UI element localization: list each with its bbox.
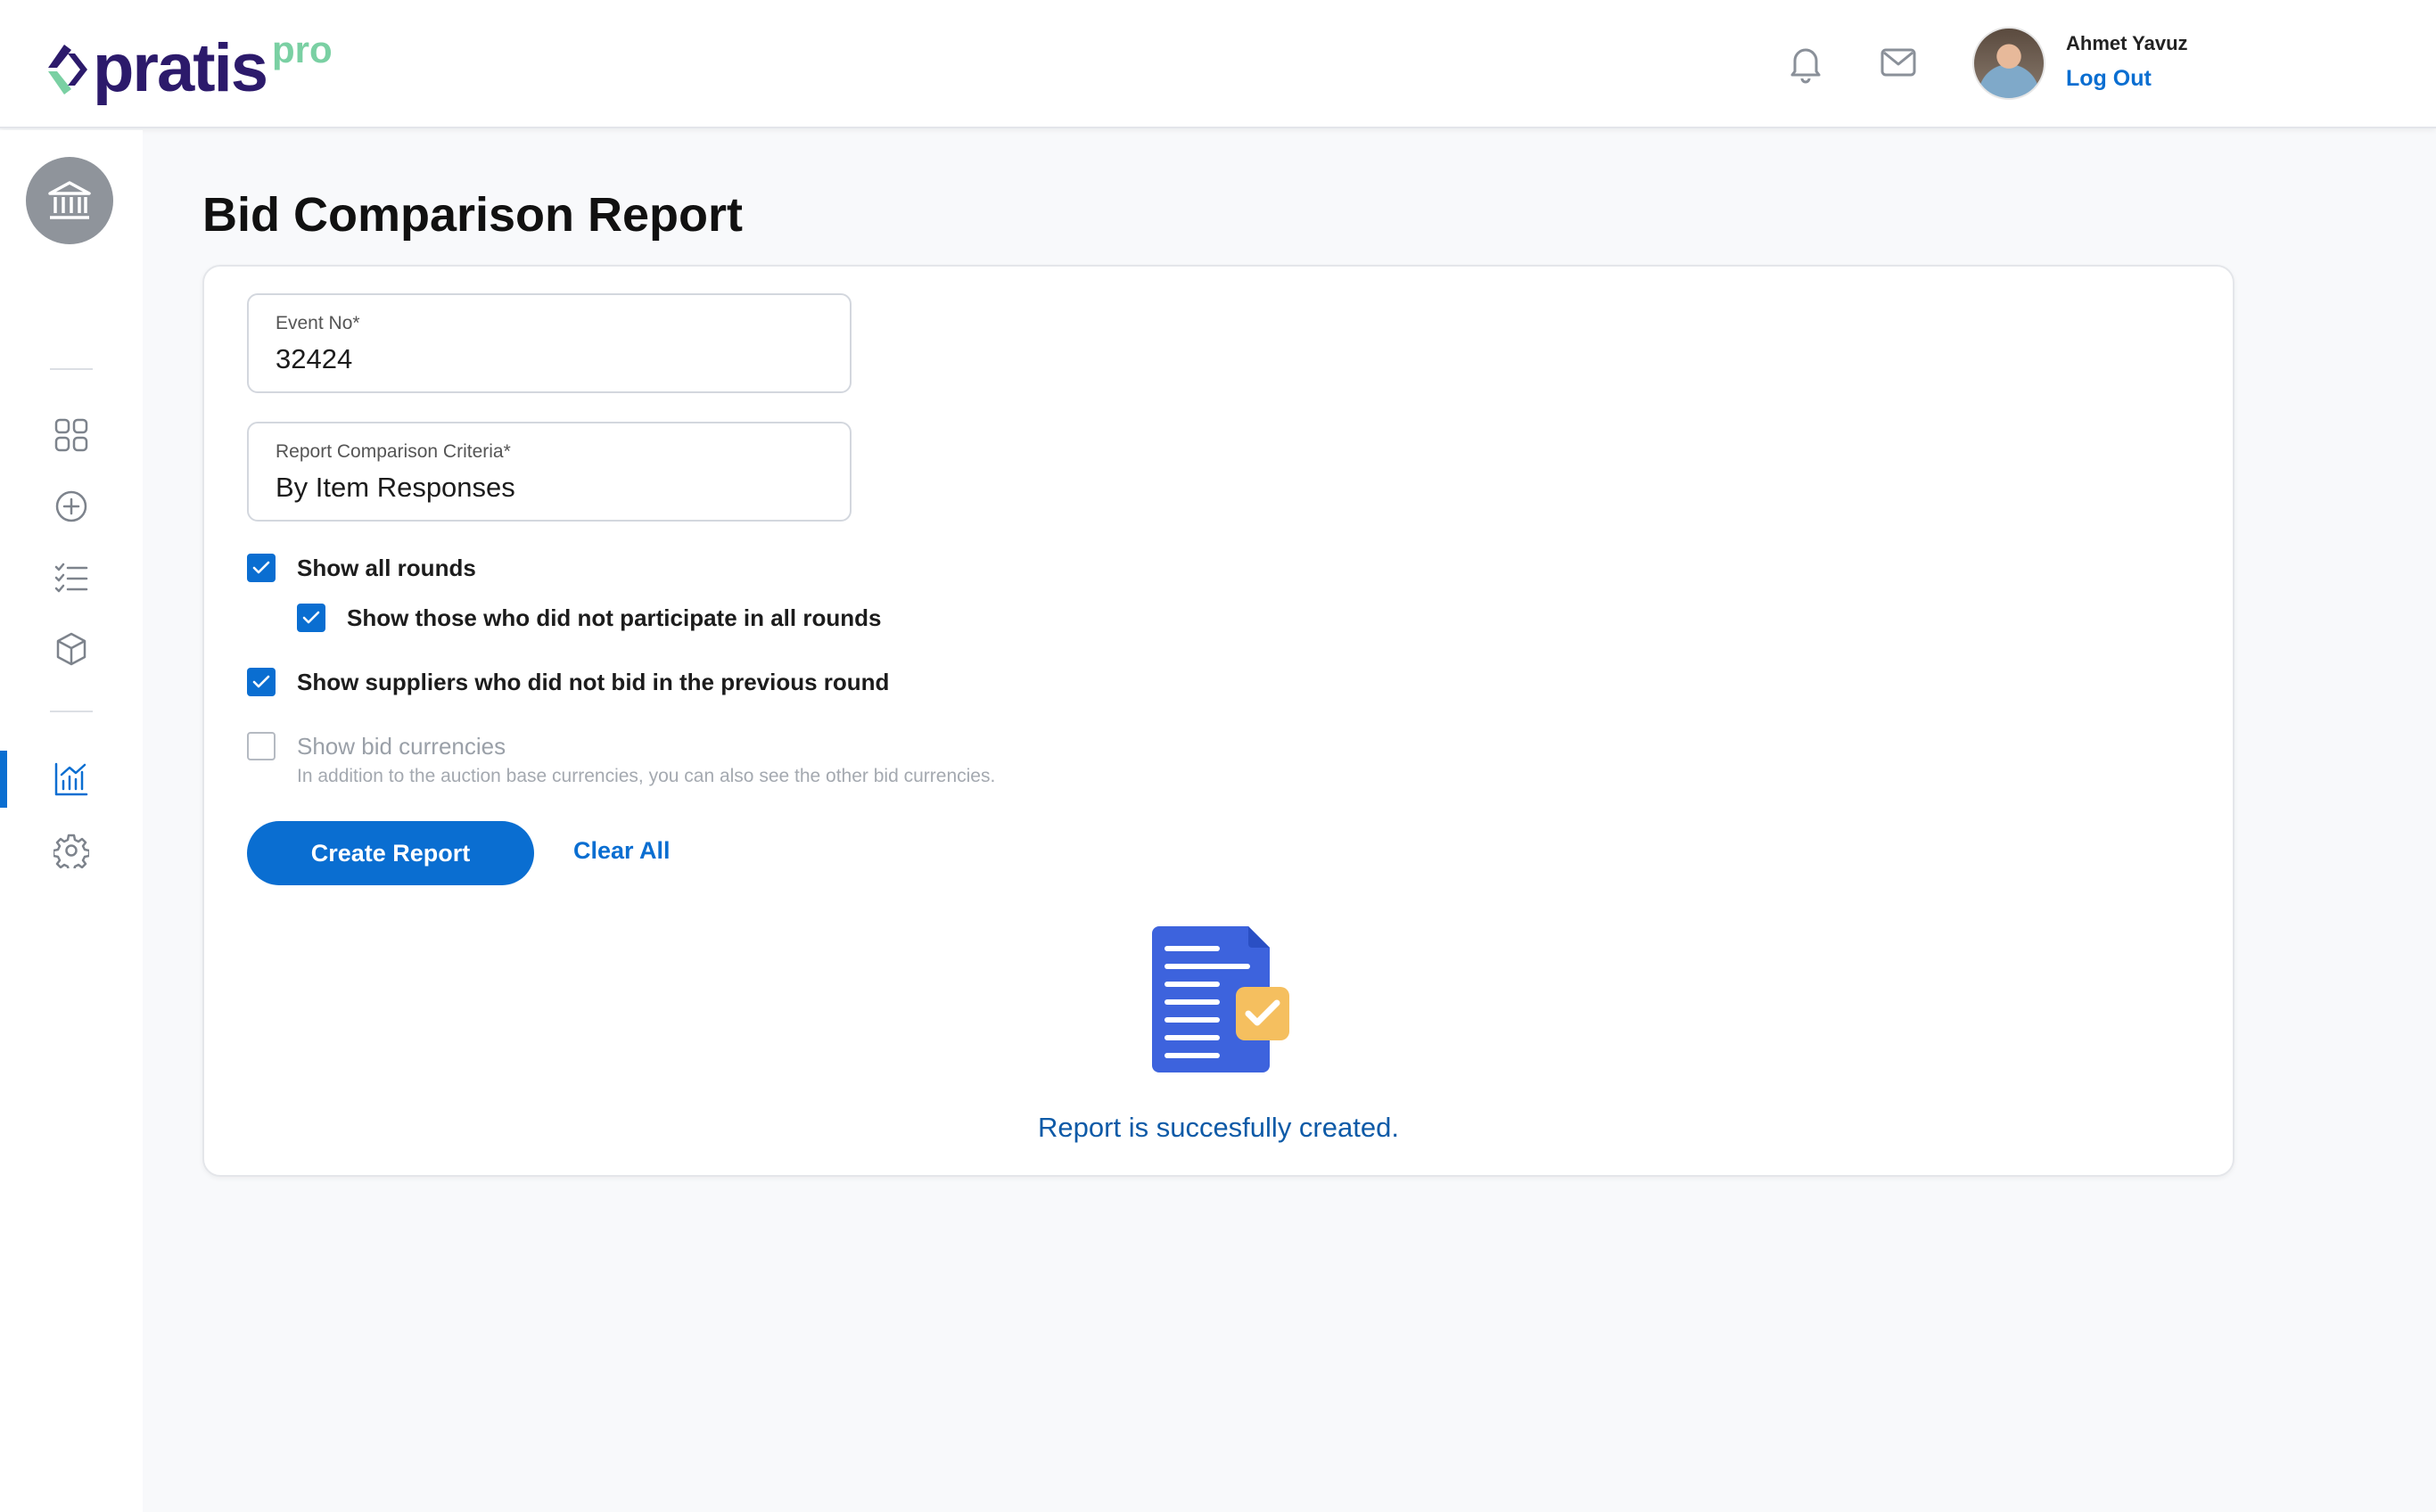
checklist-icon	[54, 563, 88, 593]
sidebar-item-products[interactable]	[0, 620, 143, 678]
option-label: Show all rounds	[297, 554, 476, 581]
criteria-label: Report Comparison Criteria*	[276, 441, 511, 462]
logout-link[interactable]: Log Out	[2066, 66, 2152, 92]
check-icon	[252, 675, 270, 688]
success-message: Report is succesfully created.	[1038, 1112, 1399, 1143]
page-title: Bid Comparison Report	[202, 188, 744, 242]
checkbox-show-no-bid-suppliers[interactable]	[247, 668, 276, 696]
logo-mark-icon	[48, 45, 87, 94]
criteria-select[interactable]: Report Comparison Criteria* By Item Resp…	[247, 422, 852, 522]
report-form-card: Event No* 32424 Report Comparison Criter…	[202, 265, 2234, 1177]
checkbox-show-non-participants[interactable]	[297, 604, 325, 632]
checkbox-show-all-rounds[interactable]	[247, 554, 276, 582]
mail-icon[interactable]	[1877, 41, 1920, 84]
box-icon	[56, 632, 86, 666]
option-show-bid-currencies[interactable]: Show bid currencies	[247, 732, 506, 760]
option-show-all-rounds[interactable]: Show all rounds	[247, 554, 476, 582]
grid-icon	[54, 418, 88, 452]
option-label: Show suppliers who did not bid in the pr…	[297, 668, 890, 695]
event-no-field[interactable]: Event No* 32424	[247, 293, 852, 393]
bank-icon	[48, 181, 91, 219]
document-check-icon	[1152, 926, 1289, 1072]
option-label: Show those who did not participate in al…	[347, 604, 882, 631]
currency-helper-text: In addition to the auction base currenci…	[297, 766, 996, 786]
event-no-label: Event No*	[276, 313, 360, 333]
logo-suffix: pro	[271, 29, 333, 70]
check-icon	[302, 611, 320, 624]
checkbox-show-bid-currencies[interactable]	[247, 732, 276, 760]
bar-chart-icon	[54, 762, 88, 796]
criteria-value: By Item Responses	[276, 472, 515, 503]
sidebar-item-dashboard[interactable]	[0, 407, 143, 464]
organization-badge[interactable]	[26, 157, 113, 244]
option-show-no-bid-suppliers[interactable]: Show suppliers who did not bid in the pr…	[247, 668, 889, 696]
logo-text: pratis	[93, 30, 268, 106]
bell-icon[interactable]	[1784, 41, 1827, 84]
plus-circle-icon	[55, 490, 87, 522]
avatar[interactable]	[1972, 27, 2045, 100]
option-label: Show bid currencies	[297, 732, 506, 760]
sidebar-item-tasks[interactable]	[0, 549, 143, 606]
clear-all-button[interactable]: Clear All	[573, 837, 671, 865]
sidebar	[0, 130, 143, 1512]
user-name: Ahmet Yavuz	[2066, 32, 2188, 54]
event-no-value: 32424	[276, 343, 353, 374]
option-show-non-participants[interactable]: Show those who did not participate in al…	[297, 604, 881, 632]
sidebar-divider	[50, 711, 93, 712]
sidebar-item-reports[interactable]	[0, 751, 143, 808]
gear-icon	[53, 834, 89, 868]
check-icon	[252, 561, 270, 574]
sidebar-item-create[interactable]	[0, 478, 143, 535]
top-header: pratis pro Ahmet Yavuz Log Out	[0, 0, 2436, 128]
create-report-button[interactable]: Create Report	[247, 821, 534, 885]
sidebar-divider	[50, 368, 93, 370]
sidebar-item-settings[interactable]	[0, 822, 143, 879]
pratis-logo[interactable]: pratis pro	[45, 29, 333, 106]
